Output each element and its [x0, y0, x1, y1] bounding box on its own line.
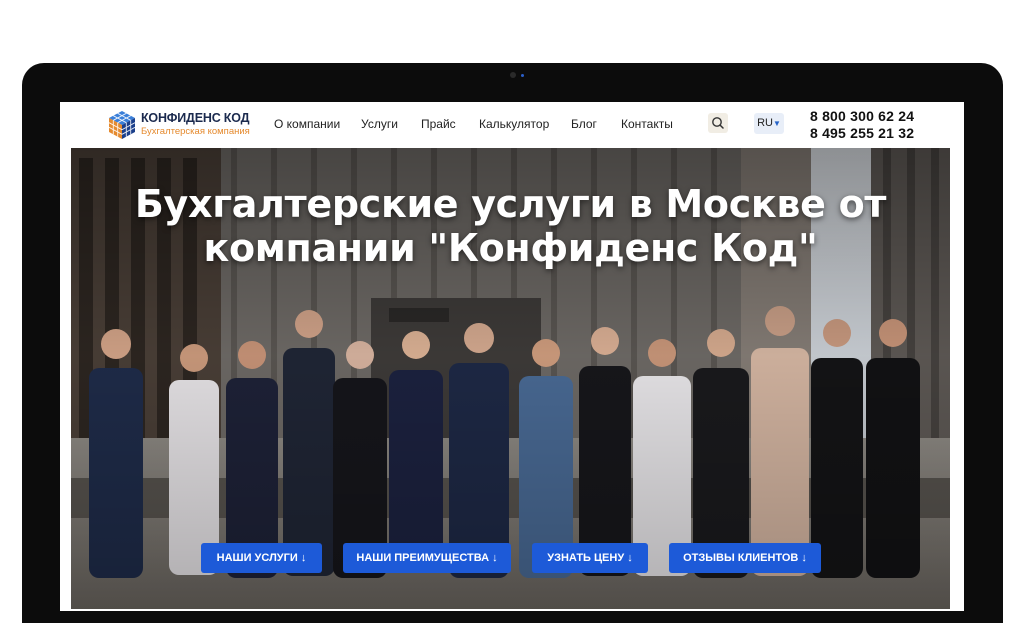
- nav-item-about[interactable]: О компании: [274, 117, 340, 131]
- brand-name[interactable]: КОНФИДЕНС КОД: [141, 111, 249, 125]
- webcam: [510, 72, 516, 78]
- nav-item-contacts[interactable]: Контакты: [621, 117, 673, 131]
- client-reviews-button[interactable]: ОТЗЫВЫ КЛИЕНТОВ ↓: [669, 543, 821, 573]
- get-price-button[interactable]: УЗНАТЬ ЦЕНУ ↓: [532, 543, 648, 573]
- header-nav: КОНФИДЕНС КОД Бухгалтерская компания О к…: [60, 102, 964, 148]
- search-icon: [712, 117, 724, 129]
- language-selector[interactable]: RU▼: [754, 113, 784, 134]
- our-advantages-button[interactable]: НАШИ ПРЕИМУЩЕСТВА ↓: [343, 543, 511, 573]
- hero-section: Бухгалтерские услуги в Москве от компани…: [71, 148, 950, 609]
- hero-headline-line1: Бухгалтерские услуги в Москве от: [134, 182, 887, 226]
- logo-cube-icon[interactable]: [106, 109, 138, 141]
- nav-item-blog[interactable]: Блог: [571, 117, 597, 131]
- brand-tagline: Бухгалтерская компания: [141, 126, 250, 137]
- website-screen: КОНФИДЕНС КОД Бухгалтерская компания О к…: [60, 102, 964, 611]
- hero-headline: Бухгалтерские услуги в Москве от компани…: [71, 182, 950, 270]
- nav-item-pricing[interactable]: Прайс: [421, 117, 456, 131]
- phone-number-2[interactable]: 8 495 255 21 32: [810, 125, 914, 141]
- hero-headline-line2: компании "Конфиденс Код": [203, 226, 818, 270]
- language-label: RU: [757, 117, 773, 129]
- our-services-button[interactable]: НАШИ УСЛУГИ ↓: [201, 543, 322, 573]
- nav-item-calculator[interactable]: Калькулятор: [479, 117, 549, 131]
- search-button[interactable]: [708, 113, 728, 133]
- caret-down-icon: ▼: [772, 119, 781, 128]
- phone-number-1[interactable]: 8 800 300 62 24: [810, 108, 914, 124]
- webcam-indicator: [521, 74, 524, 77]
- nav-item-services[interactable]: Услуги: [361, 117, 398, 131]
